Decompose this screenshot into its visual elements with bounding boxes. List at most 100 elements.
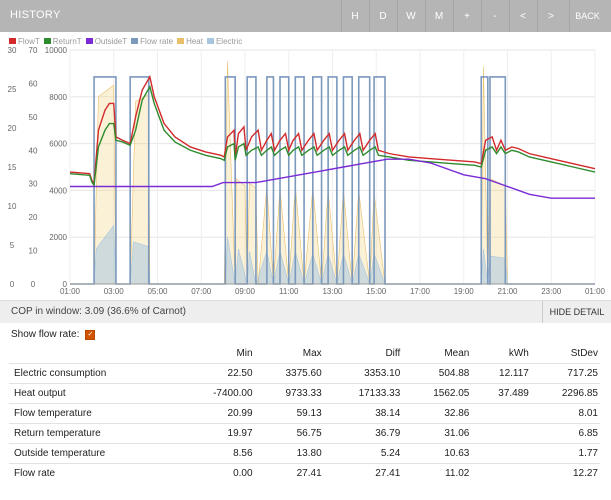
x-axis-tick: 03:00	[104, 287, 125, 296]
table-cell: 19.97	[179, 423, 255, 444]
temp-axis-tick: 25	[8, 85, 17, 94]
table-cell: 717.25	[530, 363, 600, 384]
week-button[interactable]: W	[397, 0, 424, 32]
temp-axis-tick: 0	[10, 280, 15, 289]
table-cell: Return temperature	[9, 423, 180, 444]
x-axis-tick: 05:00	[147, 287, 168, 296]
table-cell: 38.14	[323, 403, 403, 424]
table-cell: 59.13	[254, 403, 324, 424]
flow-axis-tick: 40	[29, 146, 38, 155]
table-cell: 12.27	[530, 463, 600, 483]
column-header	[9, 343, 180, 364]
x-axis-tick: 07:00	[191, 287, 212, 296]
hour-button[interactable]: H	[341, 0, 368, 32]
x-axis-tick: 09:00	[235, 287, 256, 296]
table-cell: Flow rate	[9, 463, 180, 483]
column-header: Max	[302, 347, 322, 359]
flow-axis-tick: 10	[29, 247, 38, 256]
table-cell	[471, 403, 531, 424]
x-axis-tick: 01:00	[585, 287, 606, 296]
column-header: StDev	[570, 347, 598, 359]
table-cell: 3353.10	[323, 363, 403, 384]
x-axis-tick: 21:00	[497, 287, 518, 296]
flow-axis-tick: 60	[29, 79, 38, 88]
table-cell: 27.41	[323, 463, 403, 483]
table-cell: 5.24	[323, 443, 403, 464]
zoom-in-button[interactable]: +	[453, 0, 480, 32]
column-header: Mean	[444, 347, 470, 359]
table-cell: 36.79	[323, 423, 403, 444]
table-cell: 27.41	[254, 463, 324, 483]
power-axis-tick: 10000	[45, 46, 68, 55]
table-cell: 22.50	[179, 363, 255, 384]
power-axis-tick: 8000	[49, 93, 67, 102]
table-row: Flow rate 0.00 27.41 27.41 11.02 12.27	[9, 463, 600, 483]
pan-left-button[interactable]: <	[509, 0, 536, 32]
x-axis-tick: 01:00	[60, 287, 81, 296]
table-row: Return temperature 19.97 56.75 36.79 31.06 6.…	[9, 423, 600, 444]
stats-table: Min Max Diff Mean kWh StDev Electric con…	[9, 343, 600, 483]
table-cell: 13.80	[254, 443, 324, 464]
table-cell: 17133.33	[323, 383, 403, 404]
back-button[interactable]: BACK	[569, 0, 605, 32]
table-cell: 10.63	[402, 443, 472, 464]
flow-axis-tick: 50	[29, 113, 38, 122]
cop-prefix: COP in window:	[11, 306, 82, 317]
hide-detail-button[interactable]: HIDE DETAIL	[542, 301, 611, 323]
show-flow-rate-toggle[interactable]: Show flow rate: ✓	[11, 329, 96, 340]
show-flow-rate-label: Show flow rate:	[11, 329, 80, 340]
table-cell: 32.86	[402, 403, 472, 424]
table-cell: 2296.85	[530, 383, 600, 404]
cop-text: COP in window: 3.09 (36.6% of Carnot)	[11, 306, 186, 317]
flow-axis-tick: 20	[29, 213, 38, 222]
column-header: Min	[236, 347, 253, 359]
flow-axis-tick: 70	[29, 46, 38, 55]
column-header: Diff	[385, 347, 401, 359]
power-axis-tick: 4000	[49, 186, 67, 195]
history-chart[interactable]: 3025201510507060504030201001000080006000…	[0, 32, 611, 300]
pan-right-button[interactable]: >	[537, 0, 564, 32]
zoom-out-button[interactable]: -	[481, 0, 508, 32]
table-row: Electric consumption 22.50 3375.60 3353.10 5…	[9, 363, 600, 384]
table-row: Outside temperature 8.56 13.80 5.24 10.63 1.7…	[9, 443, 600, 464]
table-cell: 504.88	[402, 363, 472, 384]
history-header: HISTORY H D W M + - < > BACK	[0, 0, 611, 32]
day-button[interactable]: D	[369, 0, 396, 32]
cop-bar: COP in window: 3.09 (36.6% of Carnot) HI…	[0, 300, 611, 323]
table-cell: Outside temperature	[9, 443, 180, 464]
table-cell: 6.85	[530, 423, 600, 444]
table-cell: 11.02	[402, 463, 472, 483]
x-axis-tick: 23:00	[541, 287, 562, 296]
table-cell	[471, 463, 531, 483]
table-row: Heat output -7400.00 9733.33 17133.33 1562.0…	[9, 383, 600, 404]
month-button[interactable]: M	[425, 0, 452, 32]
temp-axis-tick: 20	[8, 124, 17, 133]
column-header: kWh	[508, 347, 529, 359]
table-cell: Heat output	[9, 383, 180, 404]
power-axis-tick: 6000	[49, 140, 67, 149]
x-axis-tick: 15:00	[366, 287, 387, 296]
table-cell: 56.75	[254, 423, 324, 444]
stats-header-row: Min Max Diff Mean kWh StDev	[9, 343, 600, 364]
table-cell	[471, 443, 531, 464]
table-cell: 1562.05	[402, 383, 472, 404]
x-axis-tick: 19:00	[454, 287, 475, 296]
table-cell	[471, 423, 531, 444]
temp-axis-tick: 5	[10, 241, 15, 250]
table-cell: -7400.00	[179, 383, 255, 404]
x-axis-tick: 17:00	[410, 287, 431, 296]
show-flow-rate-checkbox[interactable]: ✓	[85, 329, 96, 340]
table-cell: 8.56	[179, 443, 255, 464]
x-axis-tick: 11:00	[279, 287, 299, 296]
temp-axis-tick: 10	[8, 202, 17, 211]
table-cell: 31.06	[402, 423, 472, 444]
table-cell: 0.00	[179, 463, 255, 483]
table-cell: 3375.60	[254, 363, 324, 384]
table-cell: Electric consumption	[9, 363, 180, 384]
table-cell: 8.01	[530, 403, 600, 424]
temp-axis-tick: 15	[8, 163, 17, 172]
power-axis-tick: 2000	[49, 233, 67, 242]
table-cell: Flow temperature	[9, 403, 180, 424]
table-cell: 20.99	[179, 403, 255, 424]
temp-axis-tick: 30	[8, 46, 17, 55]
